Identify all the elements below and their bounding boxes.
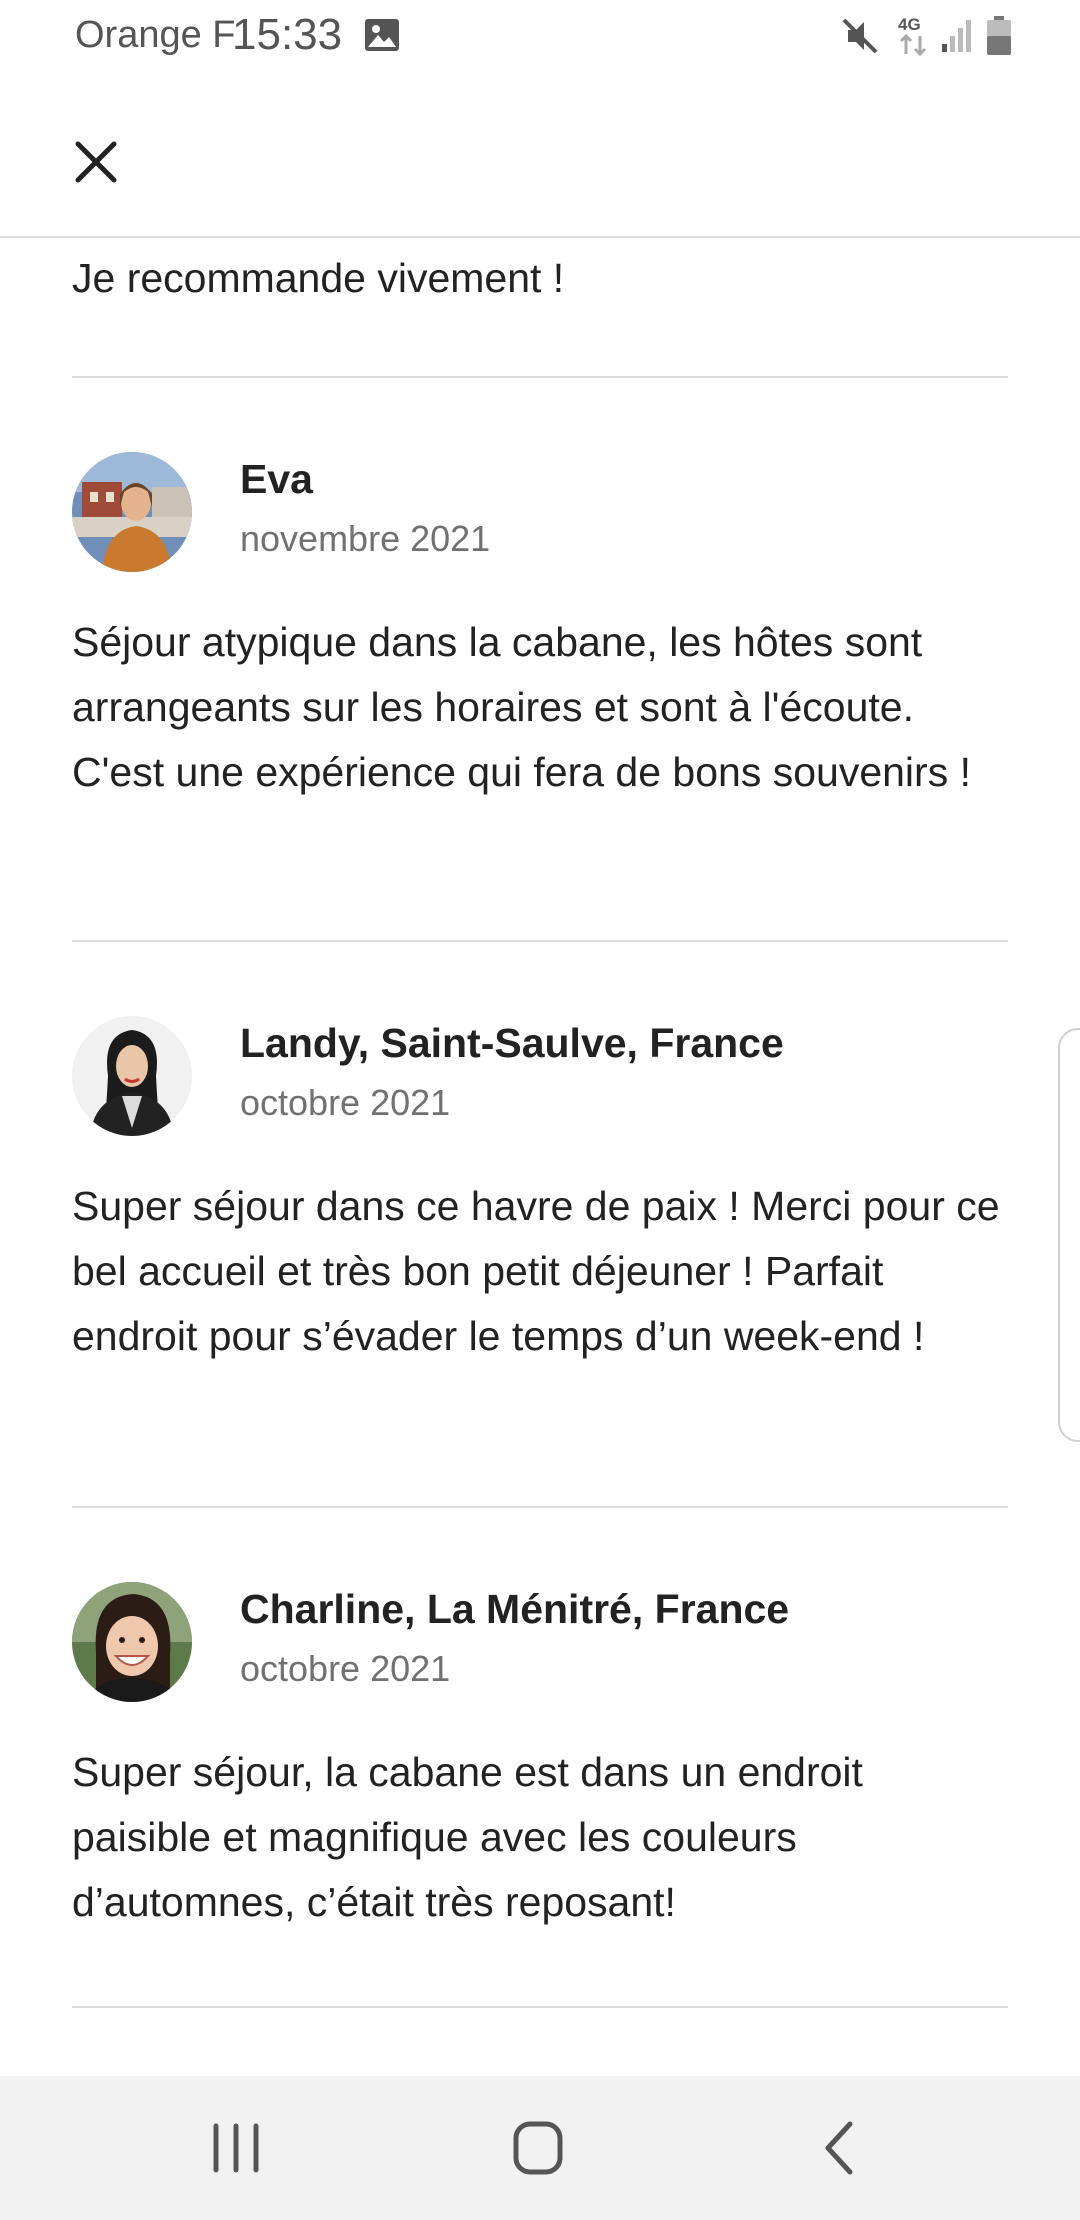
status-bar: Orange F 15:33 4G [0,0,1080,72]
review-date: novembre 2021 [240,518,491,559]
avatar [72,452,192,572]
review-text: Super séjour, la cabane est dans un endr… [72,1749,863,1925]
divider [72,940,1008,942]
review-date: octobre 2021 [240,1648,451,1689]
reviewer-name: Charline, La Ménitré, France [240,1586,790,1632]
review-text-previous: Je recommande vivement ! [72,255,565,301]
divider [72,1506,1008,1508]
top-bar [0,72,1080,238]
close-icon [75,141,117,183]
recent-apps-icon [213,2123,259,2173]
avatar [72,1016,192,1136]
home-button[interactable] [502,2112,574,2184]
scroll-handle[interactable] [1058,1028,1080,1442]
navigation-bar [0,2076,1080,2220]
divider [72,2006,1008,2008]
reviews-list[interactable]: Je recommande vivement ! Eva novembre 20… [0,238,1080,2076]
review-text: Séjour atypique dans la cabane, les hôte… [72,619,971,795]
close-button[interactable] [60,126,132,198]
review-text: Super séjour dans ce havre de paix ! Mer… [72,1183,1000,1359]
home-icon [513,2121,563,2175]
back-button[interactable] [804,2112,876,2184]
carrier-label: Orange F [75,14,236,56]
svg-text:4G: 4G [898,15,921,34]
gallery-icon [364,18,400,52]
reviewer-name: Landy, Saint-Saulve, France [240,1020,784,1066]
back-icon [825,2121,853,2175]
review-date: octobre 2021 [240,1082,451,1123]
divider [72,376,1008,378]
avatar [72,1582,192,1702]
reviewer-name: Eva [240,456,313,502]
clock: 15:33 [232,10,343,59]
recent-apps-button[interactable] [200,2112,272,2184]
